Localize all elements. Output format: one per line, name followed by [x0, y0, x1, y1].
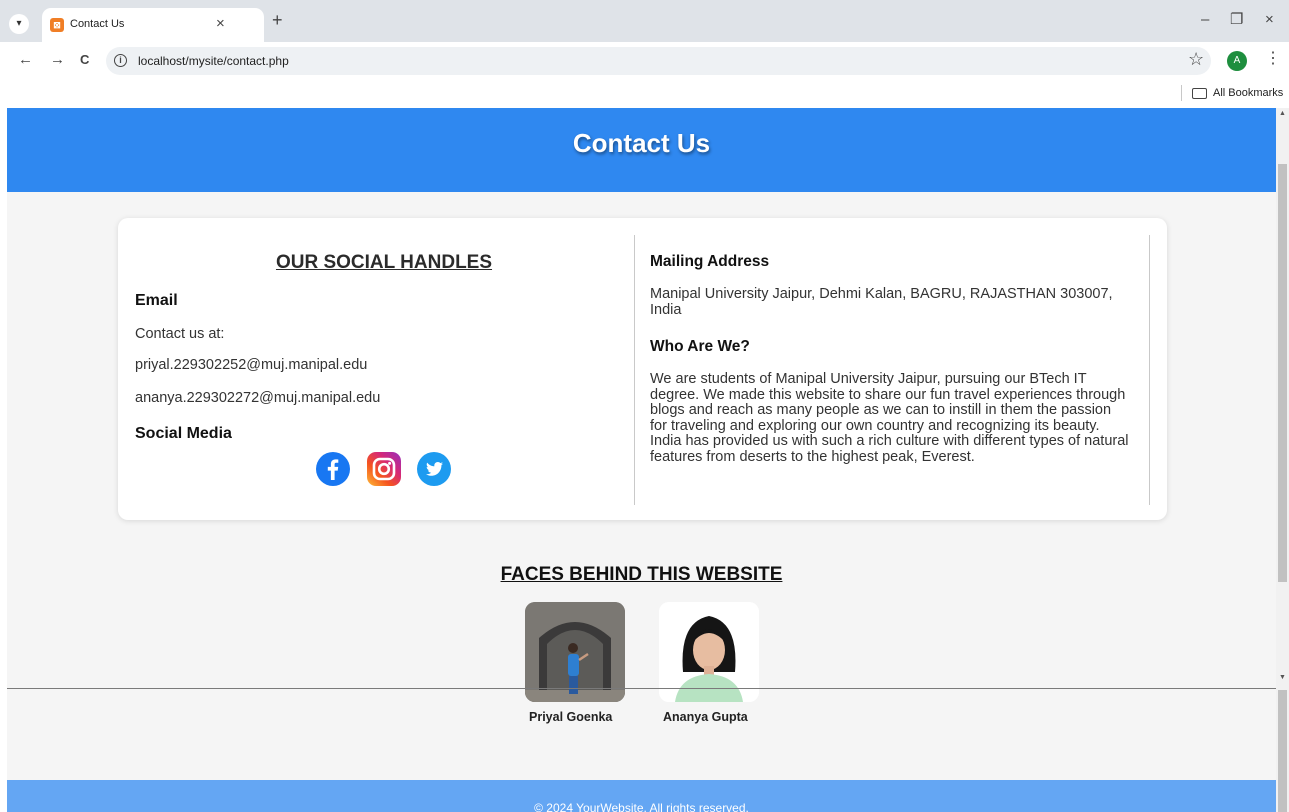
bookmark-star-icon[interactable]: ☆ — [1188, 49, 1204, 70]
restore-button[interactable]: ❐ — [1230, 11, 1243, 29]
back-button[interactable]: ← — [18, 51, 33, 69]
facebook-icon[interactable] — [316, 452, 350, 486]
person-name-priyal: Priyal Goenka — [529, 710, 613, 724]
email-label: Email — [135, 292, 178, 309]
mailing-address-text: Manipal University Jaipur, Dehmi Kalan, … — [650, 286, 1150, 318]
about-line: degree. We made this website to share ou… — [650, 386, 1126, 403]
page-footer: © 2024 YourWebsite. All rights reserved. — [7, 780, 1276, 812]
email-link-ananya[interactable]: ananya.229302272@muj.manipal.edu — [135, 390, 380, 406]
scroll-up-arrow-icon[interactable]: ▲ — [1279, 110, 1286, 117]
faces-heading: FACES BEHIND THIS WEBSITE — [500, 564, 783, 585]
xampp-icon: ⊠ — [50, 18, 64, 32]
url-text[interactable]: localhost/mysite/contact.php — [138, 54, 289, 68]
close-window-button[interactable]: × — [1265, 11, 1274, 29]
priyal-photo — [525, 602, 625, 702]
scrollbar-thumb[interactable] — [1278, 164, 1287, 582]
social-handles-heading: OUR SOCIAL HANDLES — [275, 252, 493, 273]
tab-close-icon[interactable]: × — [216, 16, 225, 32]
email-link-priyal[interactable]: priyal.229302252@muj.manipal.edu — [135, 357, 367, 373]
about-line: features from deserts to the highest pea… — [650, 448, 975, 465]
browser-toolbar: ← → C i localhost/mysite/contact.php ☆ A… — [0, 42, 1289, 80]
tab-title: Contact Us — [70, 18, 125, 30]
tab-strip: ▾ ⊠ Contact Us × + – ❐ × — [0, 0, 1289, 42]
footer-copyright: © 2024 YourWebsite. All rights reserved. — [534, 801, 749, 812]
address-line: Manipal University Jaipur, Dehmi Kalan, … — [650, 286, 1113, 302]
mailing-address-label: Mailing Address — [650, 253, 770, 270]
reload-button[interactable]: C — [80, 51, 89, 69]
about-line: for traveling and exploring our own coun… — [650, 417, 1100, 434]
page-title: Contact Us — [572, 128, 711, 158]
bookmarks-bar: All Bookmarks — [0, 80, 1289, 108]
section-divider — [7, 688, 1276, 689]
instagram-icon[interactable] — [367, 452, 401, 486]
address-bar[interactable]: i localhost/mysite/contact.php ☆ — [106, 47, 1211, 75]
bookmarks-divider — [1181, 85, 1182, 101]
tab-contact-us[interactable]: ⊠ Contact Us × — [42, 8, 264, 42]
about-line: blogs and reach as many people as we can… — [650, 402, 1112, 418]
social-media-label: Social Media — [135, 425, 232, 442]
about-line: We are students of Manipal University Ja… — [650, 371, 1087, 387]
contact-card: OUR SOCIAL HANDLES Email Contact us at: … — [118, 218, 1167, 520]
page-header: Contact Us — [7, 108, 1276, 192]
page-viewport: Contact Us OUR SOCIAL HANDLES Email Cont… — [7, 108, 1276, 812]
person-name-ananya: Ananya Gupta — [663, 710, 748, 724]
folder-icon[interactable] — [1192, 88, 1207, 99]
browser-menu-icon[interactable]: ⋮ — [1265, 50, 1281, 68]
ananya-photo — [659, 602, 759, 702]
contact-text: Contact us at: — [135, 326, 225, 342]
address-line: India — [650, 301, 682, 318]
scroll-down-arrow-icon[interactable]: ▼ — [1279, 674, 1286, 681]
all-bookmarks-link[interactable]: All Bookmarks — [1213, 87, 1283, 99]
tab-search-icon[interactable]: ▾ — [9, 14, 29, 34]
forward-button[interactable]: → — [50, 51, 65, 69]
who-are-we-text: We are students of Manipal University Ja… — [650, 371, 1150, 465]
new-tab-button[interactable]: + — [272, 11, 283, 29]
minimize-button[interactable]: – — [1201, 11, 1209, 29]
site-info-icon[interactable]: i — [114, 54, 127, 67]
twitter-icon[interactable] — [417, 452, 451, 486]
inner-scrollbar-thumb[interactable] — [1278, 690, 1287, 812]
page-scrollbar[interactable]: ▲ ▼ — [1276, 108, 1289, 812]
profile-avatar[interactable]: A — [1227, 51, 1247, 71]
about-line: India has provided us with such a rich c… — [650, 433, 1129, 449]
column-divider — [634, 235, 635, 505]
who-are-we-label: Who Are We? — [650, 338, 750, 355]
